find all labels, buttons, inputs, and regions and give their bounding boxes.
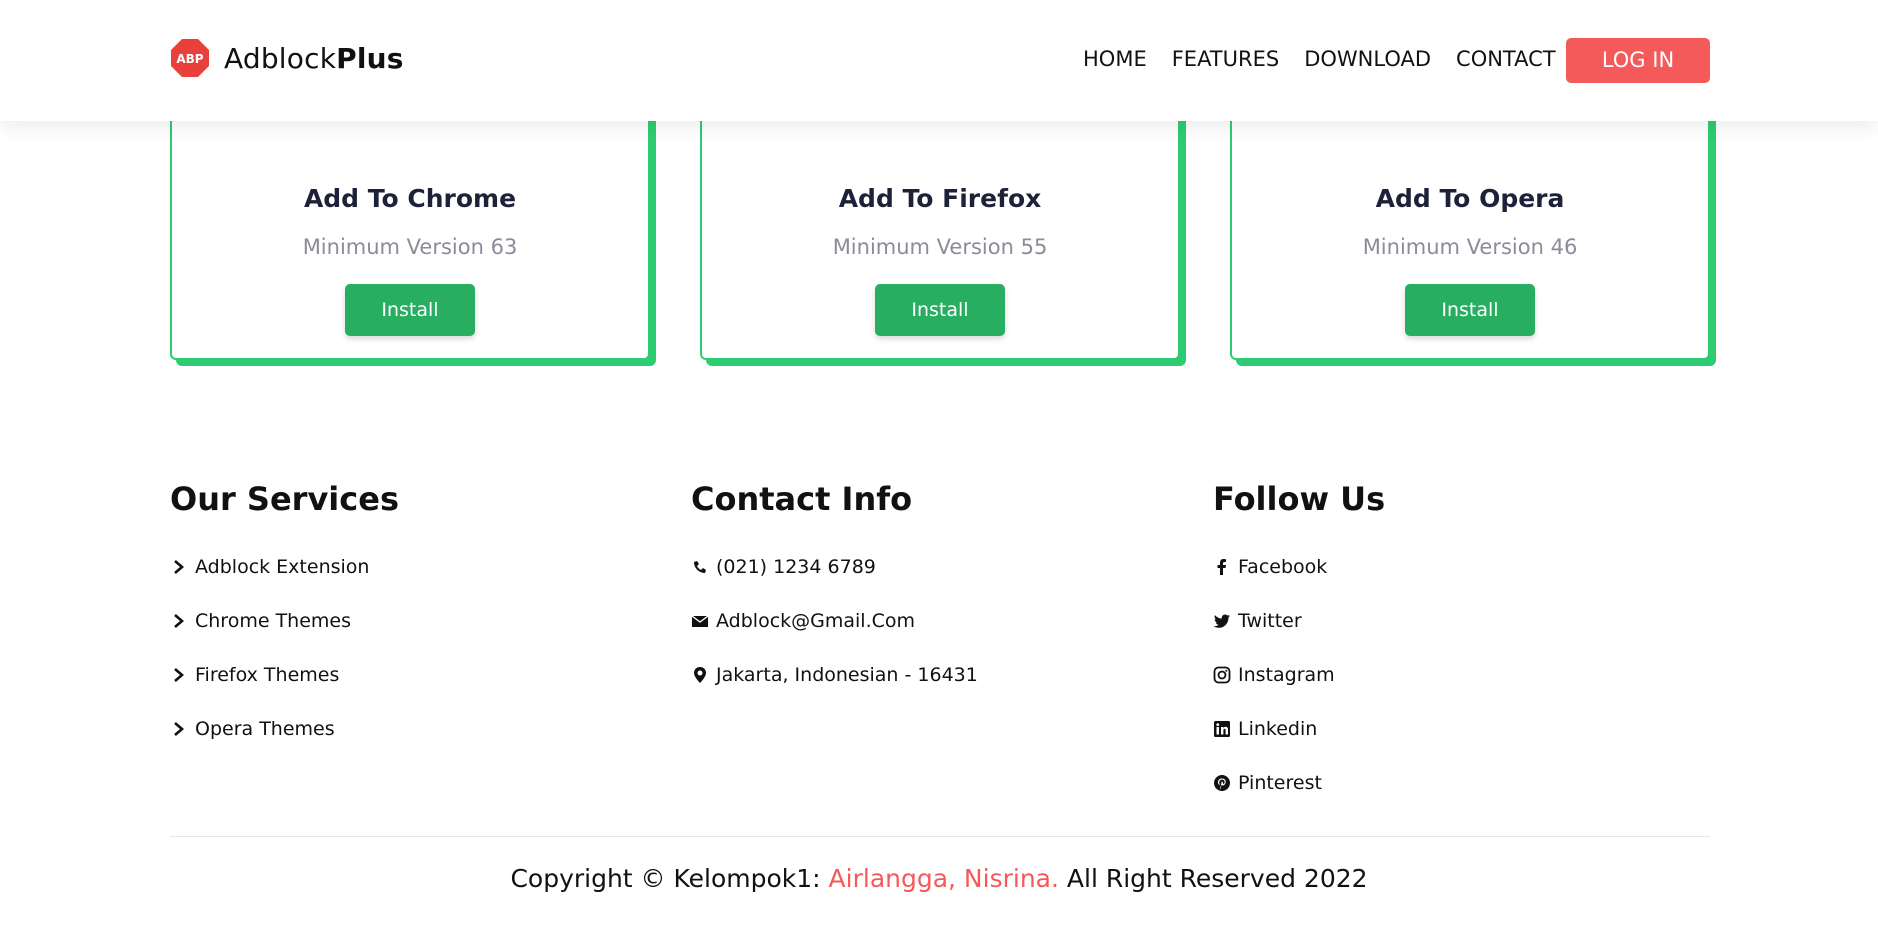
card-title: Add To Opera <box>1375 184 1565 213</box>
services-item[interactable]: Opera Themes <box>170 718 335 740</box>
nav-features[interactable]: FEATURES <box>1172 47 1279 71</box>
brand-logo[interactable]: ABP AdblockPlus <box>170 38 404 78</box>
footer-services: Our Services Adblock Extension Chrome Th… <box>170 480 399 740</box>
social-label: Pinterest <box>1238 772 1322 794</box>
social-label: Facebook <box>1238 556 1328 578</box>
social-pinterest[interactable]: Pinterest <box>1213 772 1322 794</box>
facebook-icon <box>1217 559 1226 575</box>
services-item-label: Chrome Themes <box>195 610 351 632</box>
login-button[interactable]: LOG IN <box>1566 38 1710 83</box>
main-nav: HOME FEATURES DOWNLOAD CONTACT <box>1083 47 1581 71</box>
footer-follow: Follow Us Facebook Twitter Instagram Lin… <box>1213 480 1386 794</box>
social-label: Instagram <box>1238 664 1335 686</box>
abp-badge-icon: ABP <box>171 39 209 77</box>
contact-address[interactable]: Jakarta, Indonesian - 16431 <box>691 664 978 686</box>
contact-address-text: Jakarta, Indonesian - 16431 <box>716 664 978 686</box>
chevron-right-icon <box>174 668 184 682</box>
services-item[interactable]: Chrome Themes <box>170 610 351 632</box>
twitter-icon <box>1213 614 1230 628</box>
phone-icon <box>694 561 706 573</box>
pinterest-icon <box>1214 775 1230 791</box>
social-label: Twitter <box>1238 610 1302 632</box>
install-firefox-button[interactable]: Install <box>875 284 1005 336</box>
copyright-suffix: All Right Reserved 2022 <box>1058 864 1368 893</box>
instagram-icon <box>1213 666 1231 684</box>
social-instagram[interactable]: Instagram <box>1213 664 1335 686</box>
svg-text:ABP: ABP <box>176 52 203 66</box>
social-linkedin[interactable]: Linkedin <box>1213 718 1317 740</box>
card-min-version: Minimum Version 55 <box>832 235 1048 259</box>
social-twitter[interactable]: Twitter <box>1213 610 1302 632</box>
follow-heading: Follow Us <box>1213 480 1386 518</box>
services-item[interactable]: Adblock Extension <box>170 556 369 578</box>
footer-divider <box>170 836 1710 837</box>
services-item-label: Firefox Themes <box>195 664 340 686</box>
card-title: Add To Firefox <box>838 184 1042 213</box>
services-item[interactable]: Firefox Themes <box>170 664 339 686</box>
services-heading: Our Services <box>170 480 399 518</box>
chevron-right-icon <box>174 614 184 628</box>
envelope-icon <box>691 615 709 627</box>
brand-name-regular: Adblock <box>224 41 337 75</box>
services-item-label: Opera Themes <box>195 718 335 740</box>
copyright-names[interactable]: Airlangga, Nisrina. <box>829 864 1059 893</box>
services-item-label: Adblock Extension <box>195 556 370 578</box>
card-min-version: Minimum Version 46 <box>1362 235 1578 259</box>
contact-email-text: Adblock@Gmail.Com <box>716 610 916 632</box>
copyright-prefix: Copyright © Kelompok1: <box>510 864 829 893</box>
contact-email[interactable]: Adblock@Gmail.Com <box>691 610 915 632</box>
install-opera-button[interactable]: Install <box>1405 284 1535 336</box>
contact-phone-text: (021) 1234 6789 <box>716 556 876 578</box>
social-label: Linkedin <box>1238 718 1318 740</box>
contact-phone[interactable]: (021) 1234 6789 <box>691 556 876 578</box>
copyright: Copyright © Kelompok1: Airlangga, Nisrin… <box>0 864 1878 893</box>
chevron-right-icon <box>174 722 184 736</box>
card-title: Add To Chrome <box>303 184 517 213</box>
nav-download[interactable]: DOWNLOAD <box>1304 47 1431 71</box>
card-min-version: Minimum Version 63 <box>302 235 518 259</box>
nav-contact[interactable]: CONTACT <box>1456 47 1556 71</box>
top-header: ABP AdblockPlus HOME FEATURES DOWNLOAD C… <box>0 0 1878 121</box>
social-facebook[interactable]: Facebook <box>1213 556 1327 578</box>
chevron-right-icon <box>174 560 184 574</box>
linkedin-icon <box>1214 721 1230 737</box>
nav-home[interactable]: HOME <box>1083 47 1147 71</box>
footer-contact: Contact Info (021) 1234 6789 Adblock@Gma… <box>691 480 978 686</box>
install-chrome-button[interactable]: Install <box>345 284 475 336</box>
map-marker-icon <box>694 667 706 683</box>
contact-heading: Contact Info <box>691 480 913 518</box>
brand-name-bold: Plus <box>336 41 404 75</box>
brand-name: AdblockPlus <box>224 42 404 75</box>
